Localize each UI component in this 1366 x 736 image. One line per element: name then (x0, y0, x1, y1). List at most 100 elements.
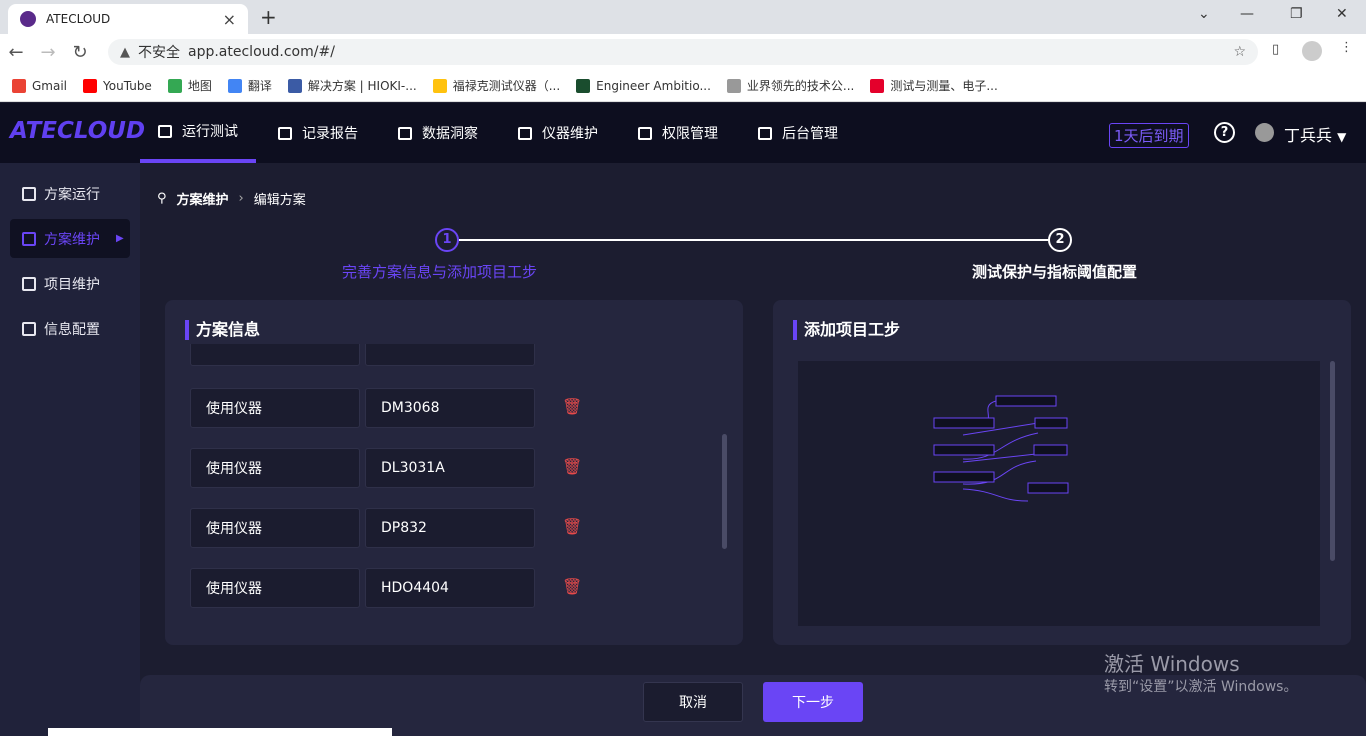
scrollbar[interactable] (1330, 361, 1335, 561)
url-input[interactable]: ▲ 不安全 app.atecloud.com/#/ ☆ (108, 39, 1258, 65)
sidebar-item[interactable]: 方案维护 ▶ (10, 219, 130, 258)
bookmark-label: 福禄克测试仪器（... (452, 79, 561, 93)
bookmark-favicon-icon (287, 78, 302, 93)
help-icon[interactable]: ? (1214, 122, 1235, 143)
breadcrumb-current: 编辑方案 (253, 193, 306, 208)
site-favicon-icon (20, 11, 36, 27)
flow-canvas[interactable] (798, 361, 1320, 626)
bookmark-item[interactable]: 测试与测量、电子... (870, 77, 998, 94)
flow-node (995, 395, 1057, 407)
chevron-right-icon: › (238, 191, 244, 206)
menu-icon (158, 124, 172, 138)
sidebar-label: 方案维护 (44, 231, 100, 248)
bookmark-item[interactable]: Gmail (12, 78, 67, 93)
close-tab-icon[interactable]: × (223, 10, 236, 29)
sidebar-item[interactable]: 项目维护 (10, 264, 130, 303)
close-window-button[interactable]: ✕ (1336, 6, 1348, 22)
caret-down-icon: ▼ (1337, 130, 1347, 144)
step-2-label: 测试保护与指标阈值配置 (972, 263, 1138, 281)
browser-tab[interactable]: ATECLOUD × (8, 4, 248, 34)
step-1-indicator: 1 (435, 228, 459, 252)
new-tab-button[interactable]: + (260, 5, 277, 29)
menu-icon[interactable]: ⋮ (1340, 40, 1353, 55)
bookmark-item[interactable]: 业界领先的技术公... (726, 77, 855, 94)
bookmark-item[interactable]: 地图 (167, 77, 212, 94)
flow-node (1027, 482, 1069, 494)
profile-icon[interactable] (1302, 41, 1322, 61)
bookmark-favicon-icon (12, 78, 26, 93)
delete-icon[interactable]: 🗑 (562, 457, 582, 476)
nav-menu-item[interactable]: 权限管理 (620, 103, 736, 163)
instrument-value-field[interactable]: DP832 (365, 508, 535, 548)
bookmarks-bar: Gmail YouTube 地图 翻译 解决方案 | HIOKI-... 福禄克测试仪器（… (0, 70, 1366, 102)
sidebar-item[interactable]: 信息配置 (10, 309, 130, 348)
bookmark-favicon-icon (167, 78, 182, 93)
bookmark-item[interactable]: 解决方案 | HIOKI-... (287, 77, 417, 94)
instrument-value-field[interactable]: HDO4404 (365, 568, 535, 608)
delete-icon[interactable]: 🗑 (562, 397, 582, 416)
maximize-button[interactable]: ❐ (1290, 6, 1303, 22)
breadcrumb-item[interactable]: 方案维护 (177, 189, 229, 208)
nav-menu-item[interactable]: 运行测试 (140, 103, 256, 163)
bookmark-label: 解决方案 | HIOKI-... (307, 79, 417, 93)
instrument-value-field[interactable]: DL3031A (365, 448, 535, 488)
bookmark-item[interactable]: Engineer Ambitio... (576, 78, 711, 93)
sidebar-label: 信息配置 (44, 321, 100, 338)
bookmark-favicon-icon (576, 78, 591, 93)
minimize-button[interactable]: ⌄ (1198, 6, 1210, 22)
sidebar-icon (22, 231, 36, 246)
bookmark-label: 业界领先的技术公... (746, 79, 855, 93)
forward-icon[interactable]: → (32, 42, 64, 63)
delete-icon[interactable]: 🗑 (562, 517, 582, 536)
user-menu[interactable]: 丁兵兵 ▼ (1284, 122, 1346, 146)
sidebar-item[interactable]: 方案运行 (10, 174, 130, 213)
star-icon[interactable]: ☆ (1233, 44, 1246, 60)
cancel-button[interactable]: 取消 (643, 682, 743, 722)
back-icon[interactable]: ← (0, 42, 32, 63)
bookmark-label: 地图 (187, 79, 212, 93)
bookmark-label: 翻译 (247, 79, 272, 93)
menu-icon (518, 126, 532, 140)
nav-menu-item[interactable]: 后台管理 (740, 103, 856, 163)
menu-label: 运行测试 (182, 124, 238, 140)
step-connector (459, 239, 1049, 241)
caret-right-icon: ▶ (116, 233, 124, 244)
menu-label: 后台管理 (782, 126, 838, 142)
delete-icon[interactable]: 🗑 (562, 577, 582, 596)
reload-icon[interactable]: ↻ (64, 42, 96, 63)
row-label-field: 使用仪器 (190, 388, 360, 428)
url-text: app.atecloud.com/#/ (188, 44, 335, 60)
flow-node (933, 444, 995, 456)
menu-icon (278, 126, 292, 140)
bookmark-favicon-icon (432, 78, 447, 93)
menu-icon (398, 126, 412, 140)
step-2-indicator: 2 (1048, 228, 1072, 252)
activation-watermark: 激活 Windows (1104, 652, 1240, 676)
flow-node (1033, 444, 1068, 456)
activation-watermark-sub: 转到“设置”以激活 Windows。 (1104, 679, 1298, 695)
instrument-value-field[interactable]: DM3068 (365, 388, 535, 428)
menu-label: 数据洞察 (422, 126, 478, 142)
row-label-field: 使用仪器 (190, 568, 360, 608)
nav-menu-item[interactable]: 仪器维护 (500, 103, 616, 163)
menu-label: 记录报告 (302, 126, 358, 142)
next-button[interactable]: 下一步 (763, 682, 863, 722)
card-title: 添加项目工步 (793, 320, 900, 340)
avatar[interactable] (1255, 123, 1274, 142)
bookmark-item[interactable]: 福禄克测试仪器（... (432, 77, 561, 94)
sidebar-icon (22, 321, 36, 336)
flow-node (933, 417, 995, 429)
bookmark-item[interactable]: YouTube (83, 78, 152, 93)
nav-menu-item[interactable]: 记录报告 (260, 103, 376, 163)
nav-menu-item[interactable]: 数据洞察 (380, 103, 496, 163)
row-label-field (190, 344, 360, 366)
bookmark-item[interactable]: 翻译 (227, 77, 272, 94)
flow-diagram (933, 395, 1069, 502)
minimize-button[interactable]: — (1240, 6, 1254, 22)
row-value-field[interactable] (365, 344, 535, 366)
menu-label: 权限管理 (662, 126, 718, 142)
expire-badge[interactable]: 1天后到期 (1109, 123, 1189, 148)
sidebar-toggle-icon[interactable]: ▯ (1272, 42, 1279, 57)
taskbar-window[interactable] (48, 728, 392, 736)
scrollbar[interactable] (722, 434, 727, 549)
